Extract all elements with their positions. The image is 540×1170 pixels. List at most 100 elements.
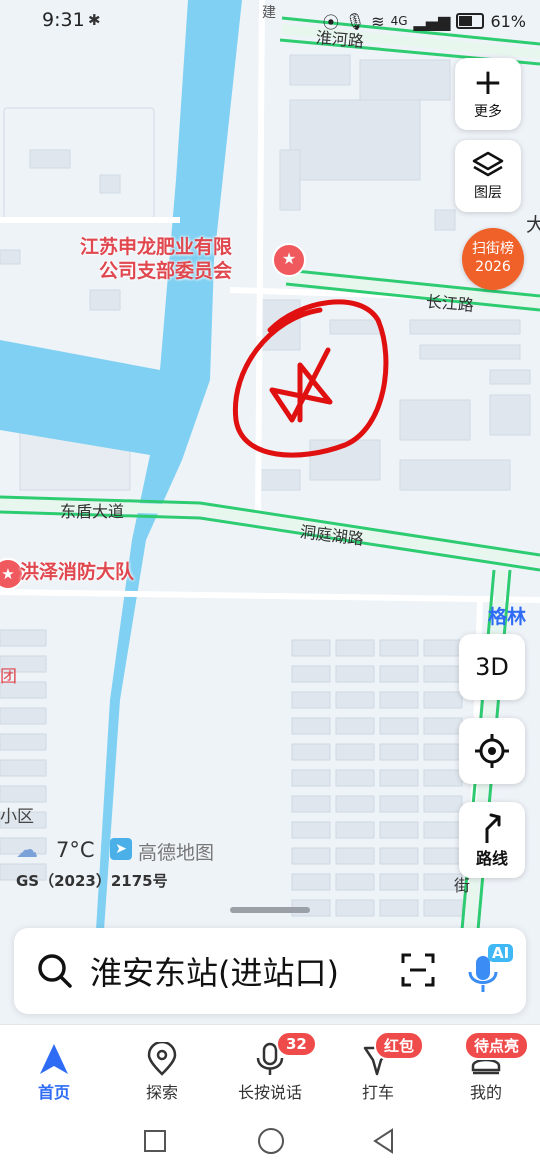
building-block [423, 743, 463, 761]
building-block [291, 639, 331, 657]
building-block [423, 639, 463, 657]
tab-voice-label: 长按说话 [237, 1083, 302, 1102]
tab-explore-label: 探索 [145, 1083, 178, 1102]
promo-line2: 2026 [475, 259, 511, 275]
building-block [335, 873, 375, 891]
building-block [379, 665, 419, 683]
road-label-jian: 建 [262, 5, 276, 21]
building-block [335, 899, 375, 917]
tab-taxi[interactable]: 打车 红包 [328, 1031, 428, 1103]
building-block [291, 665, 331, 683]
building-block [0, 629, 47, 647]
route-label: 路线 [475, 849, 508, 868]
building-block [423, 847, 463, 865]
ai-voice-button[interactable]: AI [466, 942, 514, 998]
road-label-huaihe: 淮河路 [315, 27, 365, 52]
building-block [423, 691, 463, 709]
home-icon[interactable] [258, 1128, 284, 1154]
building-block [335, 691, 375, 709]
building-block [423, 795, 463, 813]
building-block [335, 665, 375, 683]
promo-line1: 扫街榜 [472, 241, 514, 257]
status-time: 9:31 [42, 9, 85, 31]
building-block [423, 665, 463, 683]
building-block [0, 707, 47, 725]
tab-voice[interactable]: 长按说话 32 [220, 1031, 320, 1103]
search-bar[interactable]: 淮安东站(进站口) AI [14, 928, 526, 1014]
more-label: 更多 [474, 104, 502, 120]
wifi-icon: ≋ [371, 11, 385, 31]
building-block [291, 743, 331, 761]
building-block [291, 821, 331, 839]
brand-label: 高德地图 [138, 842, 215, 864]
signal-bars-icon: ▂▄▆ [413, 11, 451, 31]
building-block [0, 759, 47, 777]
plus-icon: + [472, 62, 504, 103]
building-block [379, 639, 419, 657]
threed-button[interactable]: 3D [459, 634, 525, 700]
voice-badge: 32 [276, 1031, 317, 1057]
back-icon[interactable] [372, 1128, 396, 1154]
building-block [0, 785, 47, 803]
poi-tuan: 团 [0, 667, 17, 687]
threed-label: 3D [475, 653, 509, 681]
building-block [335, 795, 375, 813]
poi-fire-station[interactable]: 洪泽消防大队 [20, 560, 134, 584]
tab-taxi-label: 打车 [361, 1083, 394, 1102]
poi-gelin[interactable]: 格林 [488, 602, 526, 629]
layers-button[interactable]: 图层 [455, 140, 521, 212]
building-block [335, 821, 375, 839]
location-pin-icon [147, 1042, 177, 1076]
battery-percent: 61% [490, 11, 526, 31]
amap-logo-icon: ➤ [110, 838, 132, 860]
building-block [291, 873, 331, 891]
more-button[interactable]: + 更多 [455, 58, 521, 130]
building-block [335, 717, 375, 735]
road-label-dongdun: 东盾大道 [60, 502, 125, 521]
recent-apps-icon[interactable] [144, 1130, 166, 1152]
building-block [291, 691, 331, 709]
weather-temp: 7°C [56, 838, 95, 862]
route-button[interactable]: 路线 [459, 802, 525, 878]
poi-xiaoqu: 小区 [0, 807, 34, 827]
building-block [291, 769, 331, 787]
building-block [379, 873, 419, 891]
search-icon [38, 954, 72, 988]
building-block [335, 743, 375, 761]
place-label-da: 大 [526, 214, 540, 236]
ai-badge: AI [488, 944, 514, 962]
tab-explore[interactable]: 探索 [112, 1039, 212, 1103]
building-block [335, 847, 375, 865]
promo-scan-street-button[interactable]: 扫街榜 2026 [462, 228, 524, 290]
locate-button[interactable] [459, 718, 525, 784]
tab-home-label: 首页 [37, 1083, 70, 1102]
poi-star-icon[interactable]: ★ [272, 243, 306, 277]
tab-home[interactable]: 首页 [4, 1039, 104, 1103]
building-block [423, 899, 463, 917]
layers-icon [472, 151, 504, 177]
route-arrow-icon [485, 813, 501, 843]
taxi-badge: 红包 [374, 1031, 425, 1060]
building-block [335, 639, 375, 657]
signal-icon: 4G [390, 14, 408, 28]
search-input[interactable]: 淮安东站(进站口) [90, 948, 339, 994]
cloud-icon: ☁ [16, 838, 38, 863]
building-block [379, 795, 419, 813]
building-block [423, 769, 463, 787]
road-label-changjiang: 长江路 [425, 291, 475, 316]
system-nav-bar [0, 1114, 540, 1170]
building-block [423, 821, 463, 839]
layers-label: 图层 [474, 185, 502, 201]
building-block [423, 717, 463, 735]
tab-mine-label: 我的 [469, 1083, 502, 1102]
building-block [379, 769, 419, 787]
poi-jiangsu-shenlong[interactable]: 江苏申龙肥业有限 公司支部委员会 [80, 235, 232, 283]
drawer-handle[interactable] [230, 907, 310, 913]
scan-icon[interactable] [400, 952, 436, 988]
bluetooth-icon: ✱ [88, 11, 101, 29]
building-block [379, 717, 419, 735]
tab-mine[interactable]: 我的 待点亮 [436, 1031, 536, 1103]
building-block [379, 821, 419, 839]
license-text: GS（2023）2175号 [16, 872, 168, 890]
navigation-arrow-icon [40, 1044, 68, 1074]
